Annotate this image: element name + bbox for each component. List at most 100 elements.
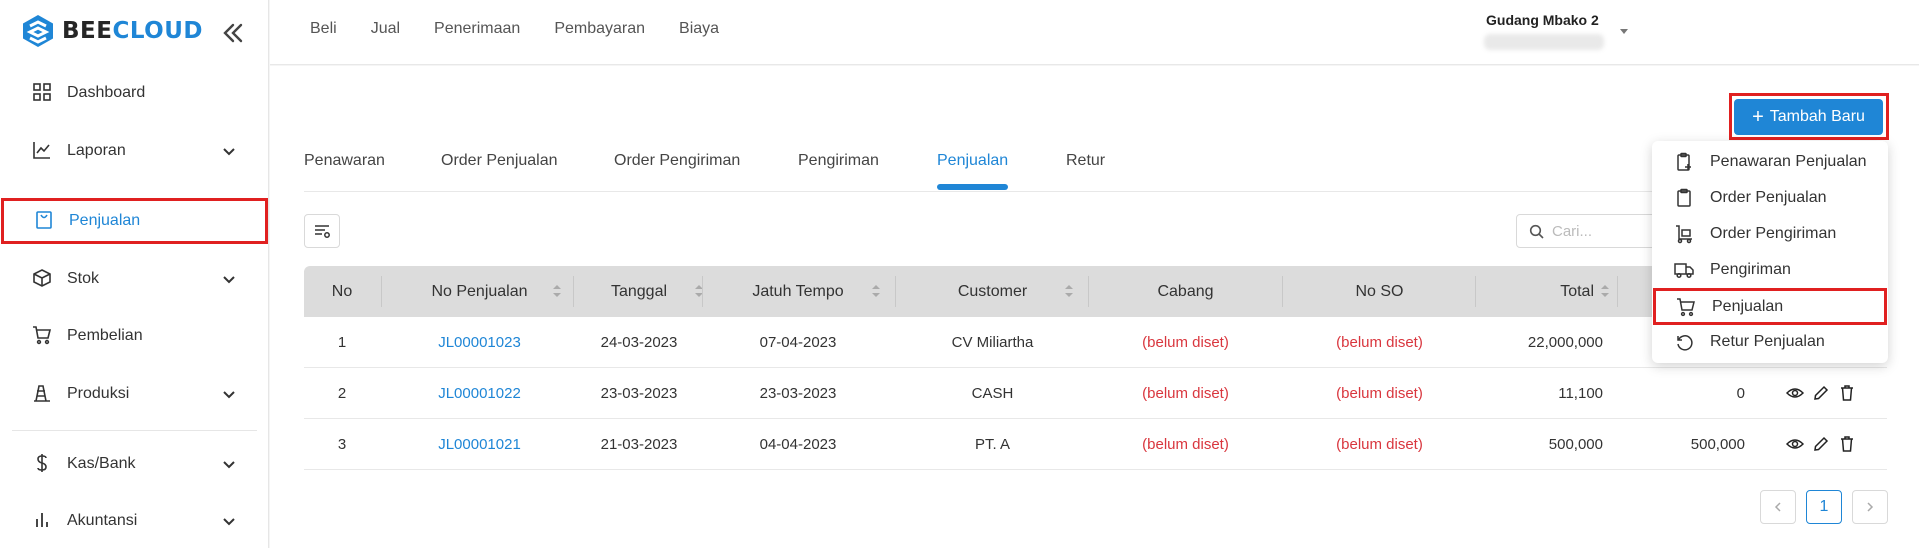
sort-icon[interactable] — [552, 284, 562, 298]
user-name[interactable]: Gudang Mbako 2 — [1486, 12, 1599, 28]
header-jatuh-tempo[interactable]: Jatuh Tempo — [703, 266, 893, 317]
next-page-button[interactable] — [1852, 490, 1888, 524]
chevron-down-icon — [220, 142, 238, 160]
tab-penawaran[interactable]: Penawaran — [304, 152, 385, 170]
chevron-down-icon — [220, 270, 238, 288]
filter-settings-icon — [313, 222, 331, 240]
cell-cabang: (belum diset) — [1142, 436, 1229, 453]
sidebar-item-dashboard[interactable]: Dashboard — [0, 70, 268, 116]
cell-total: 22,000,000 — [1527, 334, 1603, 351]
cell-jatuh-tempo: 07-04-2023 — [759, 334, 837, 351]
clipboard-icon — [1674, 188, 1694, 208]
chevron-down-icon — [220, 455, 238, 473]
chevron-left-icon — [1772, 501, 1784, 513]
cell-no: 2 — [337, 385, 347, 402]
table-header: No No Penjualan Tanggal Jatuh Tempo Cust… — [304, 266, 1887, 317]
collapse-sidebar-icon[interactable] — [220, 20, 246, 46]
table-row: 3 JL00001021 21-03-2023 04-04-2023 PT. A… — [304, 419, 1887, 470]
topnav-pembayaran[interactable]: Pembayaran — [554, 20, 645, 38]
sidebar-item-label: Laporan — [67, 142, 126, 159]
user-email-blurred — [1484, 34, 1604, 50]
edit-pencil-icon[interactable] — [1812, 435, 1830, 453]
header-tanggal[interactable]: Tanggal — [574, 266, 704, 317]
topnav-jual[interactable]: Jual — [371, 20, 400, 38]
sort-icon[interactable] — [1064, 284, 1074, 298]
cell-tanggal: 23-03-2023 — [600, 385, 678, 402]
box-icon — [32, 268, 54, 290]
header-no-penjualan[interactable]: No Penjualan — [382, 266, 577, 317]
menu-item-order-pengiriman[interactable]: Order Pengiriman — [1652, 216, 1888, 252]
tab-pengiriman[interactable]: Pengiriman — [798, 152, 879, 170]
sidebar-item-stok[interactable]: Stok — [0, 256, 268, 302]
cell-total: 500,000 — [1548, 436, 1603, 453]
undo-icon — [1674, 332, 1694, 352]
tab-penjualan[interactable]: Penjualan — [937, 152, 1008, 170]
delete-trash-icon[interactable] — [1838, 384, 1856, 402]
topnav-biaya[interactable]: Biaya — [679, 20, 719, 38]
caret-down-icon[interactable] — [1617, 24, 1631, 38]
tabs-divider — [304, 191, 1887, 192]
bar-chart-icon — [32, 510, 54, 532]
prev-page-button[interactable] — [1760, 490, 1796, 524]
sidebar-divider — [12, 430, 257, 431]
sidebar-item-akuntansi[interactable]: Akuntansi — [0, 498, 268, 544]
table-row: 1 JL00001023 24-03-2023 07-04-2023 CV Mi… — [304, 317, 1887, 368]
menu-item-penjualan[interactable]: Penjualan — [1653, 288, 1887, 325]
sort-icon[interactable] — [871, 284, 881, 298]
invoice-link[interactable]: JL00001021 — [382, 419, 577, 470]
trolley-icon — [1674, 224, 1694, 244]
cell-customer: CASH — [971, 385, 1014, 402]
sidebar-item-penjualan[interactable]: Penjualan — [1, 198, 268, 244]
sales-bag-icon — [34, 210, 56, 232]
dashboard-icon — [32, 82, 54, 104]
view-eye-icon[interactable] — [1786, 435, 1804, 453]
view-eye-icon[interactable] — [1786, 384, 1804, 402]
header-total[interactable]: Total — [1476, 266, 1616, 317]
search-input[interactable] — [1552, 222, 1642, 240]
header-no: No — [331, 282, 353, 300]
menu-item-order-penjualan[interactable]: Order Penjualan — [1652, 180, 1888, 216]
clipboard-plus-icon — [1674, 152, 1694, 172]
sidebar-item-label: Produksi — [67, 385, 130, 402]
header-customer[interactable]: Customer — [896, 266, 1089, 317]
search-box[interactable] — [1516, 214, 1656, 248]
menu-item-pengiriman[interactable]: Pengiriman — [1652, 252, 1888, 288]
cell-customer: CV Miliartha — [951, 334, 1034, 351]
topnav-penerimaan[interactable]: Penerimaan — [434, 20, 520, 38]
cell-sisa: 500,000 — [1690, 436, 1745, 453]
menu-item-penawaran-penjualan[interactable]: Penawaran Penjualan — [1652, 144, 1888, 180]
topnav-beli[interactable]: Beli — [310, 20, 337, 38]
delete-trash-icon[interactable] — [1838, 435, 1856, 453]
sidebar-item-kas-bank[interactable]: Kas/Bank — [0, 441, 268, 487]
edit-pencil-icon[interactable] — [1812, 384, 1830, 402]
chevron-down-icon — [220, 512, 238, 530]
header-no-so: No SO — [1355, 282, 1404, 300]
truck-icon — [1674, 260, 1694, 280]
sidebar-item-produksi[interactable]: Produksi — [0, 371, 268, 417]
row-actions — [1786, 435, 1856, 453]
tab-order-penjualan[interactable]: Order Penjualan — [441, 152, 558, 170]
sidebar-item-label: Kas/Bank — [67, 455, 136, 472]
sidebar-item-label: Pembelian — [67, 327, 143, 344]
tab-order-pengiriman[interactable]: Order Pengiriman — [614, 152, 740, 170]
cell-no: 3 — [337, 436, 347, 453]
sidebar-item-laporan[interactable]: Laporan — [0, 128, 268, 174]
cell-tanggal: 21-03-2023 — [600, 436, 678, 453]
sort-icon[interactable] — [1600, 284, 1610, 298]
tab-retur[interactable]: Retur — [1066, 152, 1105, 170]
sidebar-item-pembelian[interactable]: Pembelian — [0, 313, 268, 359]
topbar: Beli Jual Penerimaan Pembayaran Biaya — [270, 0, 1919, 65]
invoice-link[interactable]: JL00001023 — [382, 317, 577, 368]
cell-jatuh-tempo: 23-03-2023 — [759, 385, 837, 402]
add-new-button[interactable]: + Tambah Baru — [1734, 99, 1883, 135]
page-button-current[interactable]: 1 — [1806, 490, 1842, 524]
logo[interactable]: BEECLOUD — [22, 14, 203, 48]
logo-hexagon-icon — [22, 14, 54, 48]
menu-item-retur-penjualan[interactable]: Retur Penjualan — [1652, 324, 1888, 360]
column-filter-button[interactable] — [304, 214, 340, 248]
search-icon — [1529, 224, 1544, 239]
add-new-dropdown: Penawaran Penjualan Order Penjualan Orde… — [1652, 141, 1888, 363]
invoice-link[interactable]: JL00001022 — [382, 368, 577, 419]
cell-cabang: (belum diset) — [1142, 385, 1229, 402]
cell-tanggal: 24-03-2023 — [600, 334, 678, 351]
